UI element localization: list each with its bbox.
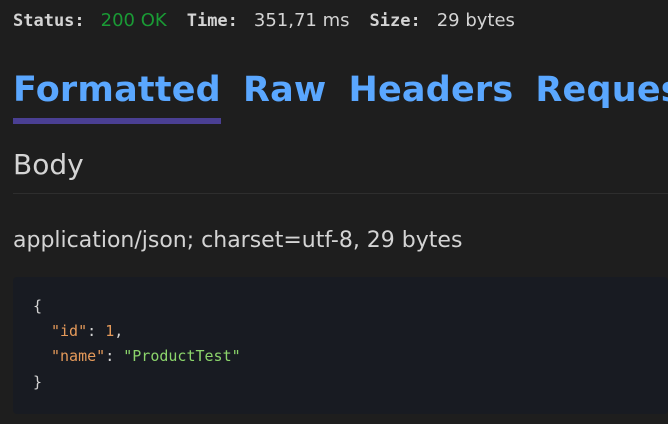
- code-open-brace: {: [33, 297, 43, 315]
- content-type-info: application/json; charset=utf-8, 29 byte…: [13, 228, 463, 253]
- time-label: Time:: [186, 11, 238, 31]
- json-sep: :: [105, 347, 124, 365]
- status-label: Status:: [13, 11, 85, 31]
- json-code-block[interactable]: { "id": 1, "name": "ProductTest" }: [13, 277, 668, 414]
- tab-formatted[interactable]: Formatted: [13, 62, 221, 124]
- response-status-bar: Status: 200 OK Time: 351,71 ms Size: 29 …: [13, 10, 535, 36]
- code-line-id: "id": 1,: [51, 322, 123, 340]
- json-value-name: "ProductTest": [123, 347, 241, 365]
- json-key-id: "id": [51, 322, 88, 340]
- section-divider: [13, 193, 668, 194]
- tab-request[interactable]: Request: [535, 62, 668, 118]
- size-value: 29 bytes: [436, 10, 515, 31]
- tab-headers[interactable]: Headers: [348, 62, 513, 118]
- response-tabs: Formatted Raw Headers Request: [13, 62, 668, 124]
- json-sep: :: [87, 322, 106, 340]
- code-line-name: "name": "ProductTest": [51, 347, 241, 365]
- body-section-title: Body: [13, 148, 84, 181]
- code-close-brace: }: [33, 373, 43, 391]
- size-label: Size:: [369, 11, 421, 31]
- json-key-name: "name": [51, 347, 106, 365]
- tab-raw[interactable]: Raw: [243, 62, 327, 118]
- json-value-id: 1: [105, 322, 115, 340]
- json-trail: ,: [114, 322, 124, 340]
- time-value: 351,71 ms: [253, 10, 350, 31]
- status-value: 200 OK: [100, 10, 167, 31]
